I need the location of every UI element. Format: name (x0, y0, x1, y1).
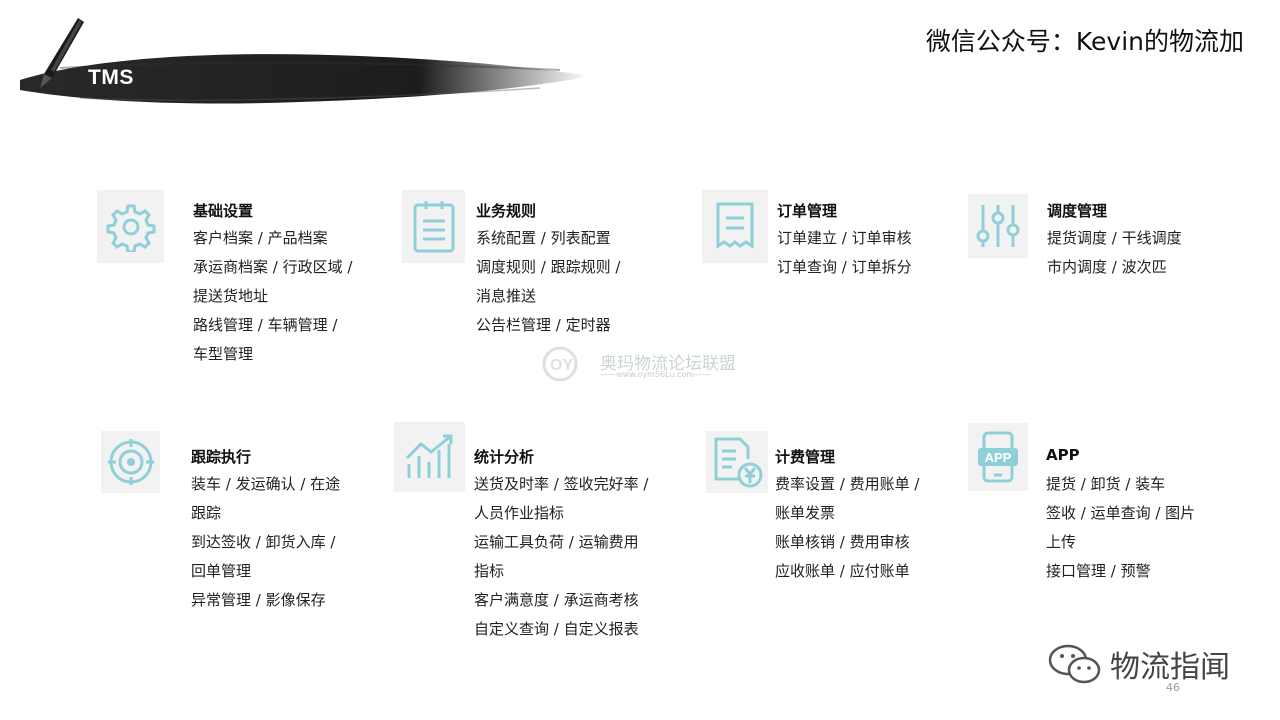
module-line: 应收账单 / 应付账单 (775, 562, 910, 580)
gear-icon (97, 190, 164, 263)
module-line: 上传 (1046, 533, 1077, 551)
mobile-app-icon: APP (968, 423, 1028, 491)
module-line: 承运商档案 / 行政区域 / (193, 258, 353, 276)
module-line: 路线管理 / 车辆管理 / (193, 316, 338, 334)
module-title: 统计分析 (474, 448, 535, 466)
module-line: 提送货地址 (193, 287, 269, 305)
module-line: 市内调度 / 波次匹 (1047, 258, 1167, 276)
page-title: TMS (88, 66, 134, 89)
module-line: 账单核销 / 费用审核 (775, 533, 910, 551)
module-line: 提货调度 / 干线调度 (1047, 229, 1182, 247)
document-list-icon (402, 190, 465, 263)
header-brush-stroke (20, 54, 590, 104)
svg-text:OY: OY (550, 357, 573, 374)
module-line: 公告栏管理 / 定时器 (476, 316, 611, 334)
module-line: 费率设置 / 费用账单 / (775, 475, 920, 493)
module-title: APP (1046, 446, 1080, 464)
target-icon (101, 431, 160, 493)
module-line: 客户满意度 / 承运商考核 (474, 591, 639, 609)
module-line: 订单查询 / 订单拆分 (777, 258, 912, 276)
wechat-account-label: 微信公众号：Kevin的物流加 (925, 27, 1244, 56)
wechat-icon (1048, 644, 1101, 684)
module-line: 账单发票 (775, 504, 836, 522)
module-title: 跟踪执行 (191, 448, 252, 466)
module-title: 计费管理 (775, 448, 836, 466)
module-line: 跟踪 (191, 504, 222, 522)
module-line: 装车 / 发运确认 / 在途 (191, 475, 341, 493)
module-line: 消息推送 (476, 287, 537, 305)
module-title: 调度管理 (1047, 202, 1108, 220)
receipt-icon (702, 190, 768, 263)
module-line: 到达签收 / 卸货入库 / (191, 533, 336, 551)
module-line: 送货及时率 / 签收完好率 / (474, 475, 649, 493)
svg-text:APP: APP (985, 450, 1012, 465)
module-line: 自定义查询 / 自定义报表 (474, 620, 639, 638)
bar-chart-icon (394, 422, 465, 492)
module-title: 业务规则 (476, 202, 537, 220)
module-line: 订单建立 / 订单审核 (777, 229, 912, 247)
invoice-yuan-icon (706, 431, 768, 493)
module-line: 签收 / 运单查询 / 图片 (1046, 504, 1196, 522)
module-line: 车型管理 (193, 345, 254, 363)
footer-brand-text: 物流指闻 (1110, 650, 1230, 685)
footer-brand: 物流指闻 (1046, 642, 1230, 686)
module-line: 提货 / 卸货 / 装车 (1046, 475, 1166, 493)
module-line: 指标 (474, 562, 505, 580)
brush-pen-icon (40, 18, 84, 88)
module-line: 接口管理 / 预警 (1046, 562, 1151, 580)
module-title: 订单管理 (777, 202, 838, 220)
module-line: 客户档案 / 产品档案 (193, 229, 328, 247)
module-title: 基础设置 (193, 202, 254, 220)
module-line: 回单管理 (191, 562, 252, 580)
page-number: 46 (1166, 681, 1180, 694)
module-line: 异常管理 / 影像保存 (191, 591, 326, 609)
module-line: 调度规则 / 跟踪规则 / (476, 258, 621, 276)
module-line: 系统配置 / 列表配置 (476, 229, 611, 247)
watermark-url: ——www.oym56Lu.com—— (600, 370, 711, 379)
sliders-icon (968, 194, 1028, 258)
module-line: 人员作业指标 (474, 504, 565, 522)
module-line: 运输工具负荷 / 运输费用 (474, 533, 639, 551)
